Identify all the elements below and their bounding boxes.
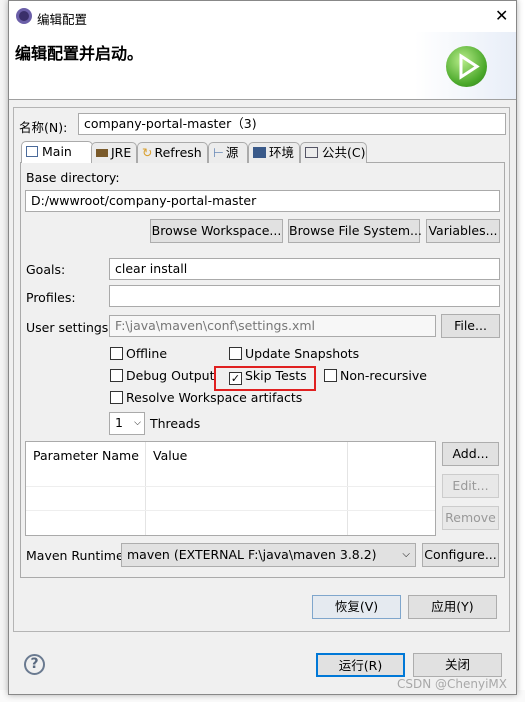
maven-runtime-label: Maven Runtime: <box>26 548 128 563</box>
apply-button[interactable]: 应用(Y) <box>408 595 497 619</box>
dialog-header: 编辑配置并启动。 <box>9 32 516 100</box>
tab-main[interactable]: Main <box>21 141 93 163</box>
non-recursive-checkbox[interactable]: Non-recursive <box>324 368 427 383</box>
goals-label: Goals: <box>26 262 66 277</box>
edit-button[interactable]: Edit... <box>442 474 499 498</box>
row-divider <box>26 510 435 511</box>
browse-file-system-button[interactable]: Browse File System... <box>288 219 422 243</box>
close-icon[interactable]: ✕ <box>495 6 508 25</box>
tab-environment[interactable]: 环境 <box>248 142 300 163</box>
update-snapshots-checkbox[interactable]: Update Snapshots <box>229 346 359 361</box>
debug-output-checkbox[interactable]: Debug Output <box>110 368 215 383</box>
main-tab-icon <box>26 146 38 157</box>
source-icon: ⊢ <box>213 145 224 160</box>
column-header-value[interactable]: Value <box>153 448 187 463</box>
threads-label: Threads <box>150 416 201 431</box>
skip-tests-highlight-box <box>214 366 316 391</box>
eclipse-gear-icon <box>16 8 32 24</box>
window-title: 编辑配置 <box>37 12 88 27</box>
offline-checkbox[interactable]: Offline <box>110 346 167 361</box>
profiles-input[interactable] <box>109 285 500 307</box>
base-directory-input[interactable]: D:/wwwroot/company-portal-master <box>25 190 500 212</box>
title-bar: 编辑配置 ✕ <box>9 1 516 32</box>
run-button[interactable]: 运行(R) <box>316 653 405 677</box>
revert-button[interactable]: 恢复(V) <box>312 595 401 619</box>
refresh-icon: ↻ <box>142 145 153 160</box>
configure-button[interactable]: Configure... <box>422 543 499 567</box>
run-play-icon <box>446 46 487 87</box>
remove-button[interactable]: Remove <box>442 506 499 530</box>
goals-input[interactable]: clear install <box>109 258 500 280</box>
chevron-down-icon: ⌵ <box>402 549 410 560</box>
header-title: 编辑配置并启动。 <box>15 44 144 63</box>
column-divider <box>145 442 146 535</box>
browse-workspace-button[interactable]: Browse Workspace... <box>150 219 283 243</box>
column-divider <box>347 442 348 535</box>
help-icon[interactable]: ? <box>24 654 45 675</box>
column-header-parameter-name[interactable]: Parameter Name <box>33 448 139 463</box>
environment-icon <box>253 147 266 158</box>
tab-jre[interactable]: JRE <box>91 142 137 163</box>
name-input[interactable]: company-portal-master（3) <box>78 113 506 135</box>
variables-button[interactable]: Variables... <box>426 219 500 243</box>
tab-source[interactable]: ⊢ 源 <box>208 142 248 163</box>
close-button[interactable]: 关闭 <box>413 653 502 677</box>
tab-refresh[interactable]: ↻ Refresh <box>137 142 208 163</box>
resolve-workspace-checkbox[interactable]: Resolve Workspace artifacts <box>110 390 302 405</box>
row-divider <box>26 486 435 487</box>
base-directory-label: Base directory: <box>26 170 120 185</box>
add-button[interactable]: Add... <box>442 442 499 466</box>
name-label: 名称(N): <box>19 120 68 135</box>
file-button[interactable]: File... <box>441 314 500 338</box>
watermark: CSDN @ChenyiMX <box>397 677 508 691</box>
maven-runtime-select[interactable]: maven (EXTERNAL F:\java\maven 3.8.2) ⌵ <box>121 543 416 567</box>
profiles-label: Profiles: <box>26 290 76 305</box>
common-icon <box>305 147 318 158</box>
chevron-down-icon: ⌵ <box>134 418 141 428</box>
user-settings-input[interactable]: F:\java\maven\conf\settings.xml <box>109 315 436 337</box>
threads-select[interactable]: 1 ⌵ <box>109 412 145 435</box>
jre-icon <box>96 149 108 157</box>
tab-common[interactable]: 公共(C) <box>300 142 367 163</box>
user-settings-label: User settings: <box>26 320 113 335</box>
parameters-table[interactable]: Parameter Name Value <box>25 441 436 536</box>
